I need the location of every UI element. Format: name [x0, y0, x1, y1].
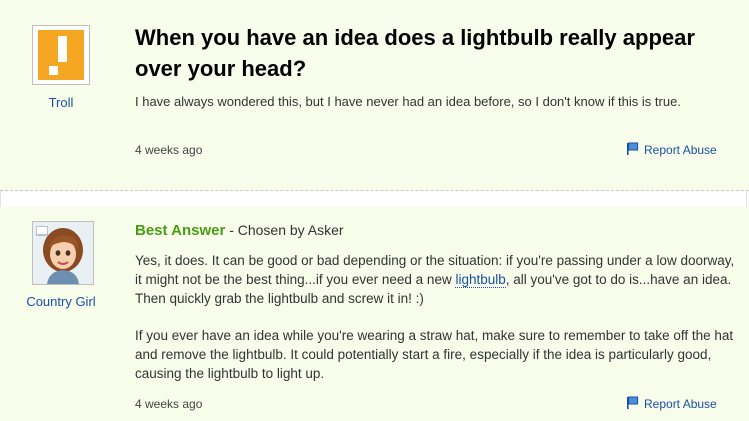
answer-timestamp: 4 weeks ago — [135, 397, 203, 411]
report-abuse-link[interactable]: Report Abuse — [626, 396, 717, 412]
report-abuse-label: Report Abuse — [644, 143, 717, 157]
answer-paragraph-2: If you ever have an idea while you're we… — [135, 328, 734, 381]
lightbulb-link[interactable]: lightbulb — [455, 272, 506, 288]
best-answer-heading: Best Answer - Chosen by Asker — [135, 222, 344, 239]
flag-icon — [626, 142, 639, 158]
question-timestamp: 4 weeks ago — [135, 143, 203, 157]
chosen-by-text: - Chosen by Asker — [225, 222, 344, 238]
question-title: When you have an idea does a lightbulb r… — [135, 25, 695, 81]
best-answer-panel — [0, 207, 749, 421]
report-abuse-label: Report Abuse — [644, 397, 717, 411]
asker-username[interactable]: Troll — [20, 95, 102, 110]
report-abuse-link[interactable]: Report Abuse — [626, 142, 717, 158]
best-answer-label: Best Answer — [135, 222, 226, 239]
flag-icon — [626, 396, 639, 412]
answer-paragraph-1: Yes, it does. It can be good or bad depe… — [135, 251, 735, 308]
question-panel: Troll When you have an idea does a light… — [0, 0, 749, 191]
question-body: I have always wondered this, but I have … — [135, 94, 681, 109]
answerer-username[interactable]: Country Girl — [8, 294, 114, 309]
cartoon-girl-avatar-icon[interactable] — [32, 221, 94, 285]
orange-exclamation-avatar-icon[interactable] — [32, 25, 90, 85]
